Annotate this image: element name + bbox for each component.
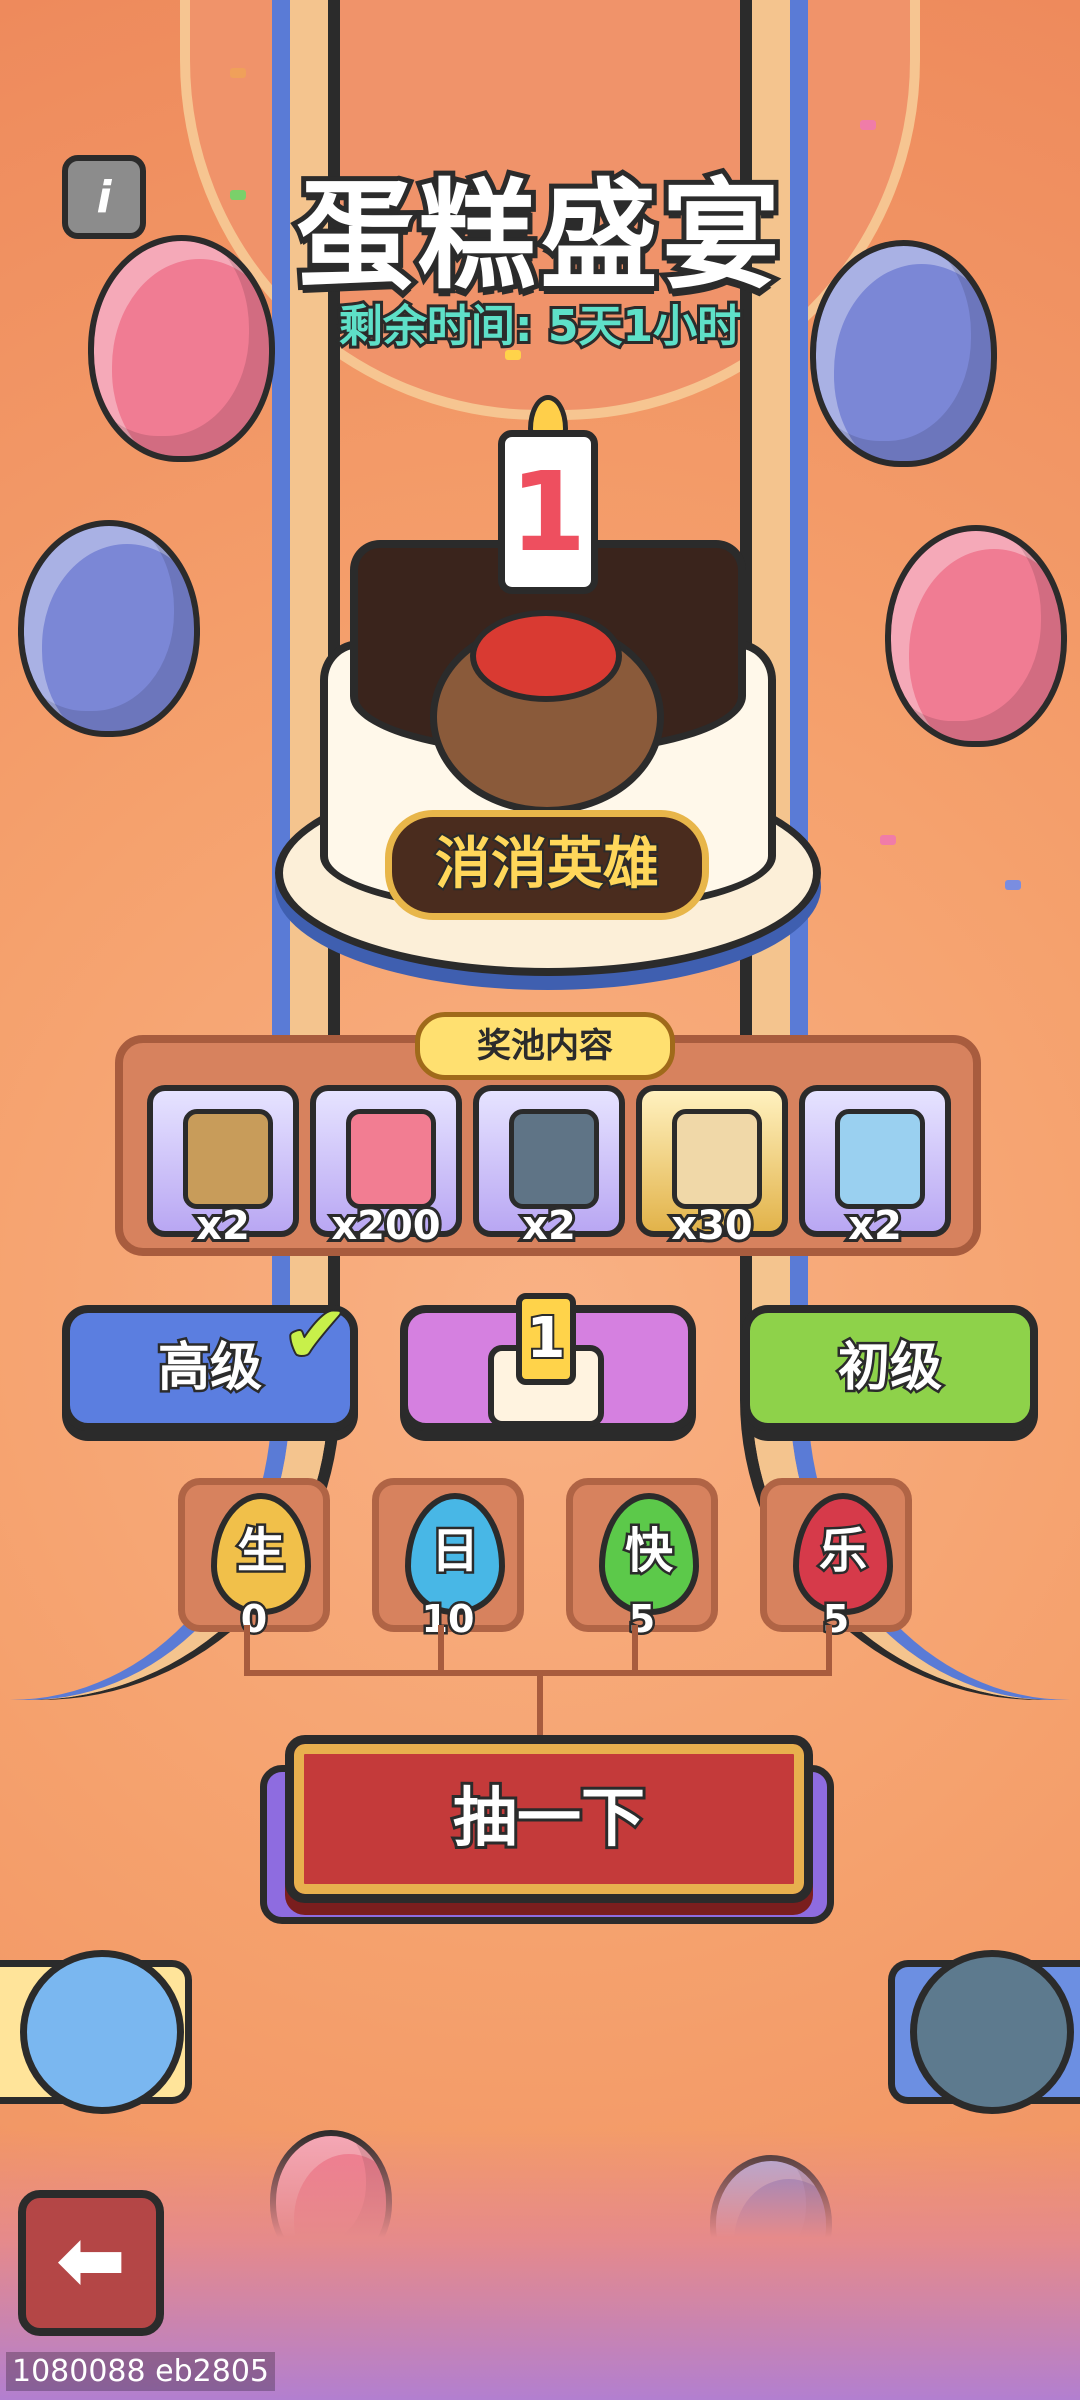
basic-tier-button[interactable]: 初级: [742, 1305, 1038, 1431]
mini-cake-icon: 1: [478, 1285, 604, 1427]
connector-line: [537, 1670, 543, 1735]
prize-pool-label: 奖池内容: [415, 1012, 675, 1080]
diamond-icon: [346, 1109, 436, 1209]
confetti-icon: [1005, 880, 1021, 890]
helmet-book-icon: [183, 1109, 273, 1209]
prize-slot[interactable]: x2: [147, 1085, 299, 1252]
mini-candle: 1: [516, 1293, 576, 1385]
key-card-icon: [835, 1109, 925, 1209]
egg-slot: 生 0: [178, 1478, 330, 1644]
check-icon: ✔: [280, 1286, 351, 1383]
prize-slot[interactable]: x2: [799, 1085, 951, 1252]
bull-hair: [470, 610, 622, 702]
back-button[interactable]: ⬅: [18, 2190, 164, 2336]
event-screen: i 蛋糕盛宴 剩余时间: 5天1小时 1 消消英雄 奖池内容 x2 x200 x…: [0, 0, 1080, 2400]
back-arrow-icon: ⬅: [55, 2211, 127, 2309]
connector-line: [632, 1625, 638, 1675]
blue-balloon-icon: [18, 520, 200, 737]
friends-icon[interactable]: [20, 1950, 184, 2114]
event-timer: 剩余时间: 5天1小时: [336, 298, 744, 355]
egg-count: 0: [238, 1595, 269, 1644]
watermark: 1080088 eb2805: [6, 2352, 275, 2391]
shirt-icon: [672, 1109, 762, 1209]
dark-helmet-book-icon: [509, 1109, 599, 1209]
number-candle: 1: [498, 430, 598, 594]
egg-slot: 日 10: [372, 1478, 524, 1644]
egg-count: 10: [419, 1595, 477, 1644]
prize-slot[interactable]: x30: [636, 1085, 788, 1252]
confetti-icon: [230, 68, 246, 78]
connector-line: [438, 1625, 444, 1675]
prize-slot[interactable]: x200: [310, 1085, 462, 1252]
egg-count: 5: [626, 1595, 657, 1644]
connector-line: [826, 1625, 832, 1675]
draw-button[interactable]: 抽一下: [285, 1735, 813, 1903]
cake-badge: 消消英雄: [385, 810, 709, 920]
event-title: 蛋糕盛宴: [291, 162, 785, 310]
book-icon[interactable]: [910, 1950, 1074, 2114]
prize-count: x2: [845, 1200, 905, 1252]
egg-slot: 快 5: [566, 1478, 718, 1644]
egg-count: 5: [820, 1595, 851, 1644]
confetti-icon: [860, 120, 876, 130]
pink-balloon-icon: [885, 525, 1067, 747]
prize-slot[interactable]: x2: [473, 1085, 625, 1252]
connector-line: [244, 1625, 250, 1675]
egg-slot: 乐 5: [760, 1478, 912, 1644]
confetti-icon: [880, 835, 896, 845]
